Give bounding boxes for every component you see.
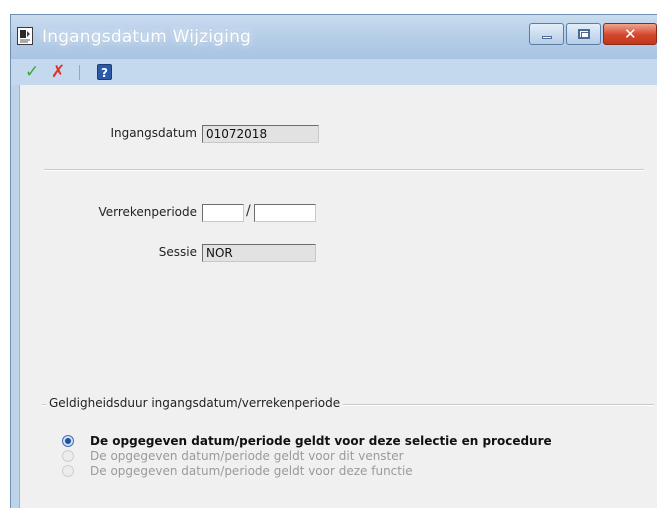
document-app-icon bbox=[17, 27, 33, 45]
toolbar-separator bbox=[79, 65, 80, 80]
section-divider bbox=[44, 169, 644, 171]
help-icon[interactable]: ? bbox=[97, 64, 112, 80]
radio-option-label: De opgegeven datum/periode geldt voor de… bbox=[90, 434, 552, 448]
group-title: Geldigheidsduur ingangsdatum/verrekenper… bbox=[46, 396, 344, 410]
radio-button-disabled bbox=[62, 465, 74, 477]
dialog-window: Ingangsdatum Wijziging ✕ ✓ ✗ ? Ingangsda… bbox=[10, 14, 657, 508]
close-icon: ✕ bbox=[624, 25, 637, 43]
radio-button-disabled bbox=[62, 450, 74, 462]
maximize-button[interactable] bbox=[566, 23, 601, 45]
sessie-input[interactable]: NOR bbox=[202, 244, 316, 262]
verrekenperiode-input-2[interactable] bbox=[254, 204, 316, 222]
toolbar: ✓ ✗ ? bbox=[11, 59, 657, 85]
radio-option-selection[interactable]: De opgegeven datum/periode geldt voor de… bbox=[62, 434, 622, 450]
minimize-icon bbox=[542, 36, 552, 39]
form-content: Ingangsdatum 01072018 Verrekenperiode / … bbox=[19, 85, 657, 508]
maximize-icon bbox=[578, 29, 590, 39]
radio-option-label: De opgegeven datum/periode geldt voor de… bbox=[90, 464, 413, 478]
radio-option-label: De opgegeven datum/periode geldt voor di… bbox=[90, 449, 404, 463]
radio-button-checked[interactable] bbox=[62, 435, 74, 447]
confirm-check-icon[interactable]: ✓ bbox=[25, 62, 39, 82]
radio-option-window: De opgegeven datum/periode geldt voor di… bbox=[62, 449, 622, 465]
close-button[interactable]: ✕ bbox=[603, 23, 657, 45]
radio-option-function: De opgegeven datum/periode geldt voor de… bbox=[62, 464, 622, 480]
window-title: Ingangsdatum Wijziging bbox=[42, 27, 252, 47]
verrekenperiode-input-1[interactable] bbox=[202, 204, 244, 222]
sessie-label: Sessie bbox=[158, 245, 197, 259]
verrekenperiode-label: Verrekenperiode bbox=[98, 205, 197, 219]
verrekenperiode-separator: / bbox=[246, 203, 251, 219]
title-bar[interactable]: Ingangsdatum Wijziging ✕ bbox=[11, 15, 657, 59]
cancel-x-icon[interactable]: ✗ bbox=[51, 62, 65, 82]
ingangsdatum-label: Ingangsdatum bbox=[110, 126, 197, 140]
ingangsdatum-input[interactable]: 01072018 bbox=[202, 125, 319, 143]
minimize-button[interactable] bbox=[529, 23, 564, 45]
